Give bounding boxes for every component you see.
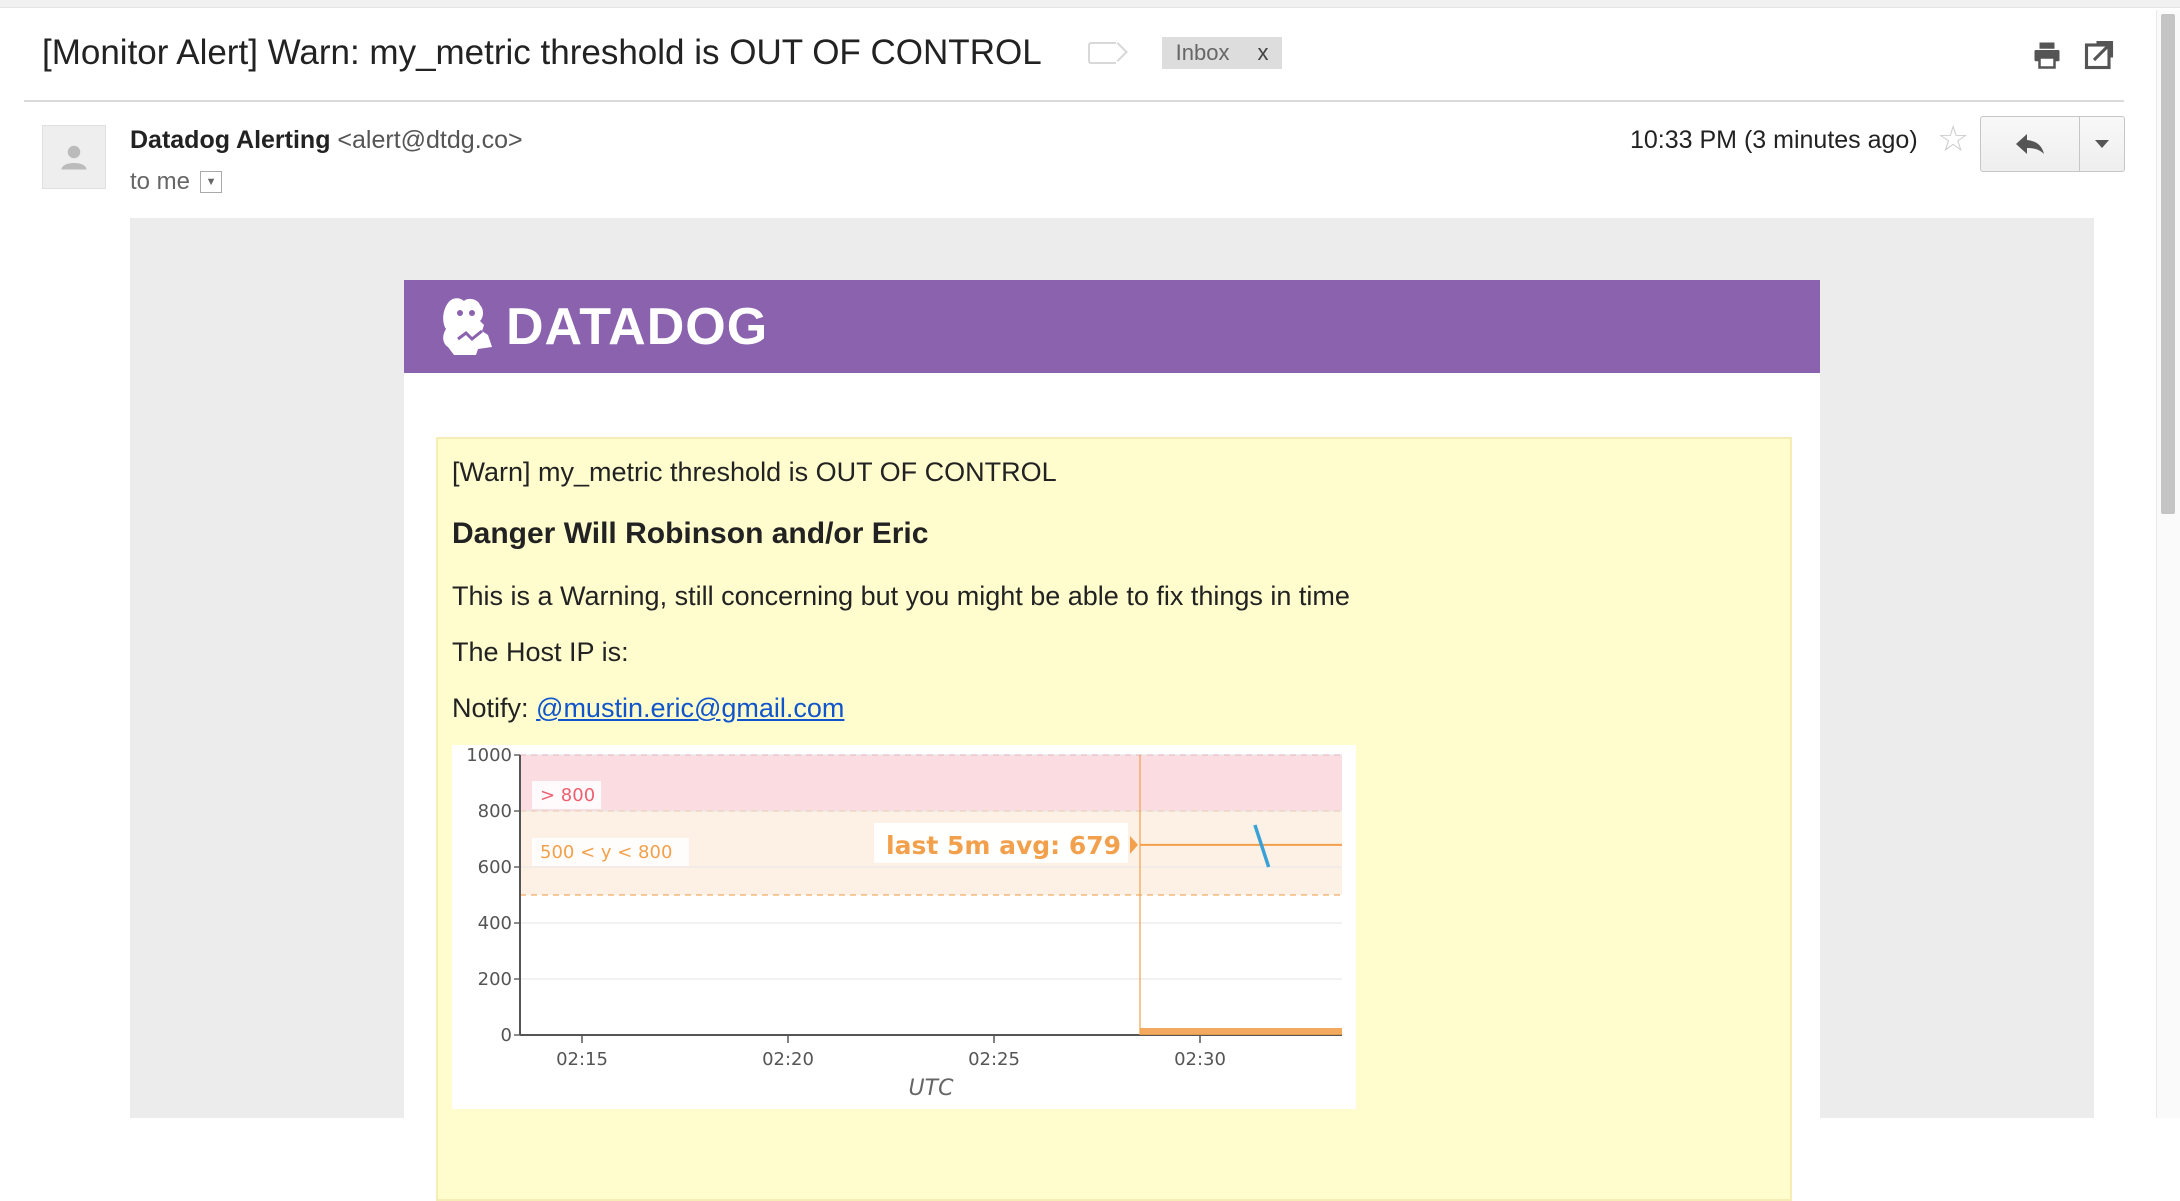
x-tick-label: 02:20 <box>762 1049 814 1070</box>
alert-host-line: The Host IP is: <box>452 637 629 667</box>
top-toolbar-edge <box>0 0 2180 8</box>
alert-title: [Warn] my_metric threshold is OUT OF CON… <box>452 457 1057 487</box>
printer-icon[interactable] <box>2032 40 2062 70</box>
sender-line: Datadog Alerting <alert@dtdg.co> <box>130 126 523 155</box>
y-tick-label: 400 <box>478 913 512 934</box>
subject-row: [Monitor Alert] Warn: my_metric threshol… <box>42 26 1283 80</box>
datadog-logo-icon <box>443 297 492 355</box>
y-tick-label: 600 <box>478 857 512 878</box>
avg-annotation: last 5m avg: 679 <box>886 831 1121 860</box>
remove-label-button[interactable]: x <box>1257 40 1268 66</box>
show-details-icon[interactable]: ▼ <box>200 171 223 193</box>
star-icon[interactable]: ☆ <box>1937 118 1969 160</box>
message-actions <box>2032 40 2114 70</box>
header-divider <box>24 100 2124 102</box>
datadog-logo-text: DATADOG <box>506 297 769 356</box>
avatar[interactable] <box>42 125 106 189</box>
y-tick-label: 200 <box>478 969 512 990</box>
person-icon <box>61 145 87 170</box>
metric-chart: 0 200 400 600 800 1000 > 800 500 < y < 800 02:15… <box>452 745 1356 1109</box>
recipient-line: to me ▼ <box>130 168 223 196</box>
label-icon[interactable] <box>1087 42 1116 64</box>
notify-email-link[interactable]: @mustin.eric@gmail.com <box>536 693 844 723</box>
sender-name[interactable]: Datadog Alerting <box>130 126 330 154</box>
x-tick-label: 02:15 <box>556 1049 608 1070</box>
threshold-label: > 800 <box>540 785 595 806</box>
sender-email: <alert@dtdg.co> <box>337 126 523 154</box>
alert-heading: Danger Will Robinson and/or Eric <box>452 517 929 550</box>
y-tick-label: 1000 <box>466 745 512 766</box>
y-tick-label: 800 <box>478 801 512 822</box>
threshold-label: 500 < y < 800 <box>540 842 672 863</box>
alert-box: [Warn] my_metric threshold is OUT OF CON… <box>436 437 1792 1201</box>
email-body: DATADOG [Warn] my_metric threshold is OU… <box>130 218 2094 1201</box>
email-subject: [Monitor Alert] Warn: my_metric threshol… <box>42 33 1042 72</box>
dropdown-arrow-icon <box>2095 140 2109 148</box>
notify-label: Notify: <box>452 693 537 723</box>
new-window-icon[interactable] <box>2084 40 2114 70</box>
recipient-text: to me <box>130 168 191 195</box>
inbox-label-tag: Inbox x <box>1161 37 1283 69</box>
alert-message: This is a Warning, still concerning but … <box>452 581 1350 611</box>
reply-icon <box>2016 134 2044 154</box>
x-tick-label: 02:30 <box>1174 1049 1226 1070</box>
eval-window-bar <box>1140 1028 1342 1035</box>
email-card: DATADOG [Warn] my_metric threshold is OU… <box>404 280 1820 1201</box>
datadog-banner: DATADOG <box>404 280 1820 373</box>
threshold-band <box>520 755 1342 811</box>
metric-chart-svg: 0 200 400 600 800 1000 > 800 500 < y < 800 02:15… <box>466 745 1342 1101</box>
scrollbar-thumb[interactable] <box>2161 14 2175 514</box>
reply-button[interactable] <box>1981 117 2080 171</box>
x-tick-label: 02:25 <box>968 1049 1020 1070</box>
reply-button-group <box>1980 116 2125 172</box>
x-axis-label: UTC <box>909 1076 955 1101</box>
inbox-label-text: Inbox <box>1175 40 1230 65</box>
scrollbar[interactable] <box>2156 10 2180 1118</box>
more-actions-button[interactable] <box>2080 117 2124 171</box>
alert-notify-line: Notify: @mustin.eric@gmail.com <box>452 693 844 724</box>
y-tick-label: 0 <box>501 1025 512 1046</box>
email-timestamp: 10:33 PM (3 minutes ago) <box>1630 126 1918 154</box>
